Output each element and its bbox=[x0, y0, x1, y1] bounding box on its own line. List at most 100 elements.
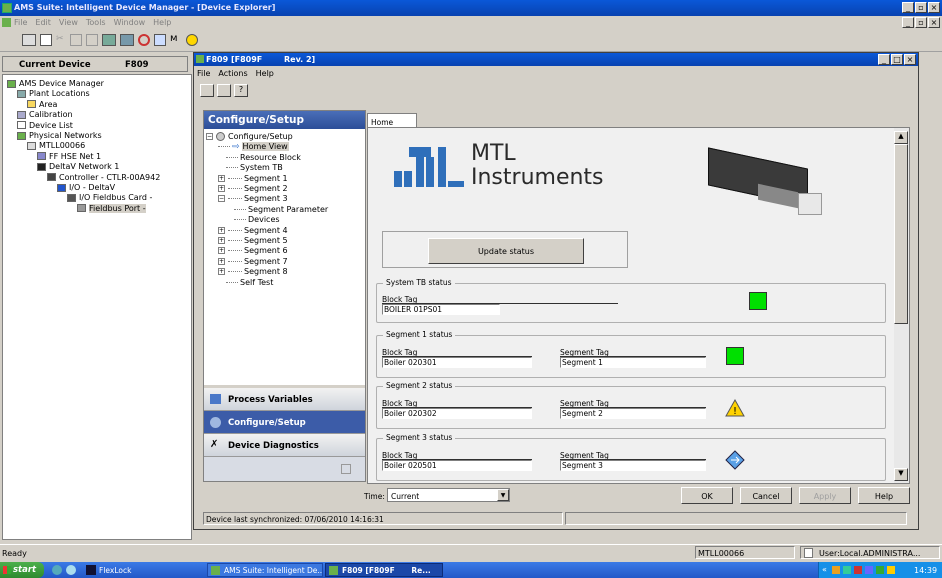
nav-tree-item[interactable]: − Configure/Setup bbox=[206, 132, 293, 141]
expand-pane-icon[interactable] bbox=[341, 464, 351, 474]
mdi-close-button[interactable]: × bbox=[928, 17, 940, 28]
tray-icon-4[interactable] bbox=[865, 566, 873, 574]
scroll-up-button[interactable]: ▲ bbox=[894, 131, 908, 144]
device-tree-item[interactable]: Device List bbox=[17, 121, 73, 130]
start-button[interactable]: start bbox=[0, 562, 44, 578]
nav-tree-item[interactable]: + Segment 6 bbox=[218, 246, 288, 255]
device-menu-actions[interactable]: Actions bbox=[218, 69, 247, 78]
time-select[interactable]: Current ▼ bbox=[387, 488, 510, 502]
nav-tree-item[interactable]: Resource Block bbox=[226, 153, 301, 162]
content-scrollbar[interactable]: ▲ ▼ bbox=[894, 128, 909, 483]
expander-icon[interactable]: + bbox=[218, 185, 225, 192]
tray-icon-6[interactable] bbox=[887, 566, 895, 574]
close-button[interactable]: × bbox=[928, 2, 940, 13]
nav-tree-item[interactable]: Self Test bbox=[226, 278, 273, 287]
menu-window[interactable]: Window bbox=[114, 18, 146, 27]
nav-tree-label: Resource Block bbox=[240, 152, 301, 162]
device-tree-item[interactable]: Calibration bbox=[17, 110, 73, 119]
print-preview-icon[interactable] bbox=[40, 34, 52, 46]
expander-icon[interactable]: + bbox=[218, 174, 225, 182]
window-icon[interactable] bbox=[154, 34, 166, 46]
device-tree-item[interactable]: MTLL00066 bbox=[27, 141, 85, 150]
nav-tree-item[interactable]: + Segment 2 bbox=[218, 184, 288, 193]
tray-icon-5[interactable] bbox=[876, 566, 884, 574]
expander-icon[interactable]: + bbox=[218, 247, 225, 255]
network-view-icon[interactable] bbox=[120, 34, 134, 46]
expander-icon[interactable]: − bbox=[218, 195, 225, 203]
device-tree-item[interactable]: AMS Device Manager bbox=[7, 79, 104, 88]
print-icon[interactable] bbox=[22, 34, 36, 46]
help-button[interactable]: Help bbox=[858, 487, 910, 504]
taskbar-f809[interactable]: F809 [F809F Re... bbox=[325, 563, 443, 577]
device-tree-item[interactable]: Controller - CTLR-00A942 bbox=[47, 173, 160, 182]
menu-file[interactable]: File bbox=[14, 18, 27, 27]
expander-icon[interactable]: − bbox=[206, 133, 213, 140]
taskbar-flexlock[interactable]: FlexLock bbox=[83, 563, 195, 577]
nav-process-variables-button[interactable]: Process Variables bbox=[204, 388, 365, 411]
desktop-icon[interactable] bbox=[66, 565, 76, 575]
tab-home-view[interactable]: Home View bbox=[367, 113, 417, 136]
device-tree-item[interactable]: Physical Networks bbox=[17, 131, 102, 140]
device-tree-item[interactable]: Fieldbus Port - bbox=[77, 203, 146, 213]
ok-button[interactable]: OK bbox=[681, 487, 733, 504]
apply-button[interactable]: Apply bbox=[799, 487, 851, 504]
device-maximize-button[interactable]: □ bbox=[891, 54, 903, 65]
device-preview-icon[interactable] bbox=[217, 84, 231, 97]
scroll-thumb[interactable] bbox=[894, 144, 908, 324]
mdi-restore-button[interactable]: ▫ bbox=[915, 17, 927, 28]
device-close-button[interactable]: × bbox=[904, 54, 916, 65]
restore-button[interactable]: ▫ bbox=[915, 2, 927, 13]
nav-tree-item[interactable]: + Segment 5 bbox=[218, 236, 288, 245]
device-print-icon[interactable] bbox=[200, 84, 214, 97]
device-menu-file[interactable]: File bbox=[197, 69, 210, 78]
device-tree-item[interactable]: FF HSE Net 1 bbox=[37, 152, 101, 161]
device-tree-item[interactable]: Area bbox=[27, 100, 57, 109]
ie-icon[interactable] bbox=[52, 565, 62, 575]
brand-line2: Instruments bbox=[471, 165, 604, 190]
menu-edit[interactable]: Edit bbox=[35, 18, 51, 27]
scroll-down-button[interactable]: ▼ bbox=[894, 468, 908, 481]
nav-diagnostics-button[interactable]: ✗ Device Diagnostics bbox=[204, 434, 365, 457]
update-status-button[interactable]: Update status bbox=[428, 238, 584, 264]
help-cursor-icon[interactable]: ? bbox=[234, 84, 248, 97]
find-icon[interactable]: м bbox=[170, 34, 182, 46]
device-minimize-button[interactable]: _ bbox=[878, 54, 890, 65]
info-icon[interactable] bbox=[186, 34, 198, 46]
tray-icon-3[interactable] bbox=[854, 566, 862, 574]
expander-icon[interactable]: + bbox=[218, 237, 225, 244]
nav-tree-item[interactable]: Segment Parameter bbox=[234, 205, 328, 214]
minimize-button[interactable]: _ bbox=[902, 2, 914, 13]
nav-tree-item[interactable]: System TB bbox=[226, 163, 283, 172]
taskbar-ams[interactable]: AMS Suite: Intelligent De... bbox=[207, 563, 323, 577]
device-tree-item[interactable]: DeltaV Network 1 bbox=[37, 162, 119, 171]
expander-icon[interactable]: + bbox=[218, 226, 225, 234]
menu-view[interactable]: View bbox=[59, 18, 78, 27]
device-tree-item[interactable]: I/O - DeltaV bbox=[57, 183, 115, 192]
nav-tree-item[interactable]: + Segment 4 bbox=[218, 226, 288, 235]
tree-view-icon[interactable] bbox=[102, 34, 116, 46]
expander-icon[interactable]: + bbox=[218, 257, 225, 265]
nav-tree-item[interactable]: + Segment 1 bbox=[218, 174, 288, 183]
device-tree-item[interactable]: I/O Fieldbus Card - bbox=[67, 193, 152, 202]
nav-tree-item[interactable]: + Segment 7 bbox=[218, 257, 288, 266]
paste-icon[interactable] bbox=[86, 34, 98, 46]
menu-tools[interactable]: Tools bbox=[86, 18, 106, 27]
nav-configure-button[interactable]: Configure/Setup bbox=[204, 411, 365, 434]
nav-tree-item[interactable]: ⇨ Home View bbox=[218, 142, 289, 152]
chevron-down-icon[interactable]: ▼ bbox=[497, 489, 509, 501]
copy-icon[interactable] bbox=[70, 34, 82, 46]
tray-icon-1[interactable] bbox=[832, 566, 840, 574]
device-tree-item[interactable]: Plant Locations bbox=[17, 89, 90, 98]
refresh-icon[interactable] bbox=[138, 34, 150, 46]
device-menu-help[interactable]: Help bbox=[256, 69, 274, 78]
expander-icon[interactable]: + bbox=[218, 268, 225, 276]
tray-chevron-icon[interactable]: « bbox=[822, 565, 827, 574]
nav-tree-item[interactable]: Devices bbox=[234, 215, 280, 224]
cancel-button[interactable]: Cancel bbox=[740, 487, 792, 504]
mdi-minimize-button[interactable]: _ bbox=[902, 17, 914, 28]
tray-icon-2[interactable] bbox=[843, 566, 851, 574]
nav-tree-item[interactable]: − Segment 3 bbox=[218, 194, 288, 203]
cut-icon[interactable]: ✂ bbox=[56, 34, 66, 46]
menu-help[interactable]: Help bbox=[153, 18, 171, 27]
nav-tree-item[interactable]: + Segment 8 bbox=[218, 267, 288, 276]
